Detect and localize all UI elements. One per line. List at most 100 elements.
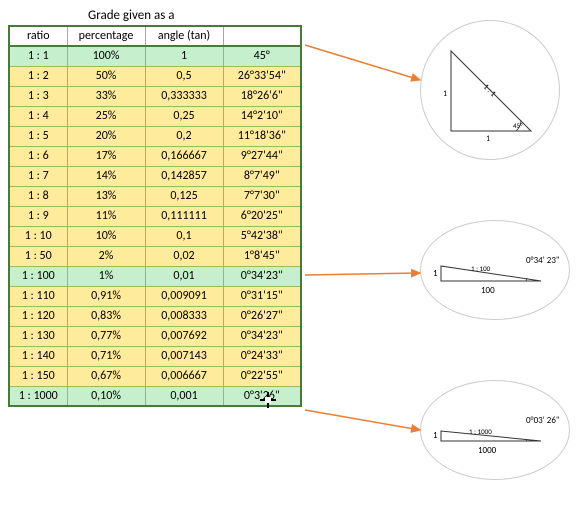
cell-ang: 8°7'49" <box>223 166 301 186</box>
arrow-2 <box>300 265 430 285</box>
cell-ratio: 1 : 110 <box>9 286 67 306</box>
cell-tan: 0,01 <box>145 266 223 286</box>
cell-tan: 0,333333 <box>145 86 223 106</box>
cell-ratio: 1 : 140 <box>9 346 67 366</box>
cell-ratio: 1 : 1000 <box>9 386 67 406</box>
table-row: 1 : 1200,83%0,0083330°26'27" <box>9 306 301 326</box>
cell-ang: 0°26'27" <box>223 306 301 326</box>
cell-ratio: 1 : 8 <box>9 186 67 206</box>
cell-ang: 18°26'6" <box>223 86 301 106</box>
cell-ratio: 1 : 9 <box>9 206 67 226</box>
cell-pct: 0,91% <box>67 286 145 306</box>
cell-pct: 10% <box>67 226 145 246</box>
cell-tan: 0,142857 <box>145 166 223 186</box>
table-row: 1 : 425%0,2514°2'10" <box>9 106 301 126</box>
cell-tan: 0,125 <box>145 186 223 206</box>
cell-ratio: 1 : 130 <box>9 326 67 346</box>
cell-ang: 26°33'54" <box>223 66 301 86</box>
cell-pct: 0,10% <box>67 386 145 406</box>
cell-tan: 1 <box>145 46 223 66</box>
cell-pct: 17% <box>67 146 145 166</box>
cell-ratio: 1 : 1 <box>9 46 67 66</box>
table-row: 1 : 520%0,211°18'36" <box>9 126 301 146</box>
d1-side-v: 1 <box>443 89 447 99</box>
diagram-1-to-100: 1 100 1 : 100 0°34' 23" <box>420 220 570 320</box>
cell-pct: 0,67% <box>67 366 145 386</box>
d1-angle: 45° <box>513 121 523 130</box>
d2-hyp: 1 : 100 <box>471 264 491 273</box>
table-row: 1 : 617%0,1666679°27'44" <box>9 146 301 166</box>
cell-pct: 11% <box>67 206 145 226</box>
table-row: 1 : 1001%0,010°34'23" <box>9 266 301 286</box>
cell-pct: 50% <box>67 66 145 86</box>
cell-tan: 0,25 <box>145 106 223 126</box>
grade-table: ratio percentage angle (tan) 1 : 1100%14… <box>8 25 302 407</box>
cell-ang: 0°3'26" <box>223 386 301 406</box>
table-row: 1 : 1400,71%0,0071430°24'33" <box>9 346 301 366</box>
table-row: 1 : 502%0,021°8'45" <box>9 246 301 266</box>
cell-ratio: 1 : 150 <box>9 366 67 386</box>
cell-tan: 0,111111 <box>145 206 223 226</box>
cell-ratio: 1 : 10 <box>9 226 67 246</box>
cell-tan: 0,2 <box>145 126 223 146</box>
cell-ang: 0°34'23" <box>223 326 301 346</box>
diagram-1-to-1000: 1 1000 1 : 1000 0°03' 26" <box>420 380 570 480</box>
cell-ratio: 1 : 3 <box>9 86 67 106</box>
cell-tan: 0,008333 <box>145 306 223 326</box>
cell-pct: 0,77% <box>67 326 145 346</box>
d1-side-h: 1 <box>486 134 490 144</box>
cell-ratio: 1 : 2 <box>9 66 67 86</box>
cell-ang: 14°2'10" <box>223 106 301 126</box>
diagram-1-to-1: 1 1 1 : 1 45° <box>420 20 560 160</box>
cell-ang: 5°42'38" <box>223 226 301 246</box>
table-row: 1 : 333%0,33333318°26'6" <box>9 86 301 106</box>
cell-ang: 11°18'36" <box>223 126 301 146</box>
cell-pct: 2% <box>67 246 145 266</box>
cell-ang: 6°20'25" <box>223 206 301 226</box>
cell-pct: 14% <box>67 166 145 186</box>
cell-tan: 0,166667 <box>145 146 223 166</box>
cell-tan: 0,006667 <box>145 366 223 386</box>
cell-ang: 9°27'44" <box>223 146 301 166</box>
cell-ang: 0°34'23" <box>223 266 301 286</box>
cell-pct: 1% <box>67 266 145 286</box>
table-row: 1 : 10000,10%0,0010°3'26" <box>9 386 301 406</box>
table-row: 1 : 714%0,1428578°7'49" <box>9 166 301 186</box>
cell-ang: 45° <box>223 46 301 66</box>
d3-angle: 0°03' 26" <box>526 415 560 426</box>
col-ratio: ratio <box>9 26 67 46</box>
table-row: 1 : 1100,91%0,0090910°31'15" <box>9 286 301 306</box>
cell-ratio: 1 : 50 <box>9 246 67 266</box>
col-percentage: percentage <box>67 26 145 46</box>
d2-side-v: 1 <box>433 268 438 279</box>
header-row: ratio percentage angle (tan) <box>9 26 301 46</box>
table-row: 1 : 1500,67%0,0066670°22'55" <box>9 366 301 386</box>
cell-tan: 0,02 <box>145 246 223 266</box>
d3-hyp: 1 : 1000 <box>469 427 492 436</box>
arrow-3 <box>300 405 430 445</box>
arrow-1 <box>300 30 430 90</box>
d2-side-h: 100 <box>481 285 495 296</box>
d2-angle: 0°34' 23" <box>526 255 560 266</box>
cell-ang: 1°8'45" <box>223 246 301 266</box>
table-row: 1 : 1100%145° <box>9 46 301 66</box>
cell-ang: 0°31'15" <box>223 286 301 306</box>
cell-ang: 0°24'33" <box>223 346 301 366</box>
cell-ratio: 1 : 100 <box>9 266 67 286</box>
d3-side-h: 1000 <box>478 445 497 456</box>
cell-tan: 0,1 <box>145 226 223 246</box>
col-angle-tan: angle (tan) <box>145 26 223 46</box>
table-row: 1 : 813%0,1257°7'30" <box>9 186 301 206</box>
cell-ratio: 1 : 5 <box>9 126 67 146</box>
cell-ratio: 1 : 6 <box>9 146 67 166</box>
cell-tan: 0,007143 <box>145 346 223 366</box>
d3-side-v: 1 <box>433 430 438 441</box>
table-row: 1 : 1300,77%0,0076920°34'23" <box>9 326 301 346</box>
cell-pct: 100% <box>67 46 145 66</box>
cell-tan: 0,5 <box>145 66 223 86</box>
cell-tan: 0,001 <box>145 386 223 406</box>
d1-hyp: 1 : 1 <box>481 82 498 99</box>
table-row: 1 : 911%0,1111116°20'25" <box>9 206 301 226</box>
cell-ratio: 1 : 120 <box>9 306 67 326</box>
cell-ang: 0°22'55" <box>223 366 301 386</box>
